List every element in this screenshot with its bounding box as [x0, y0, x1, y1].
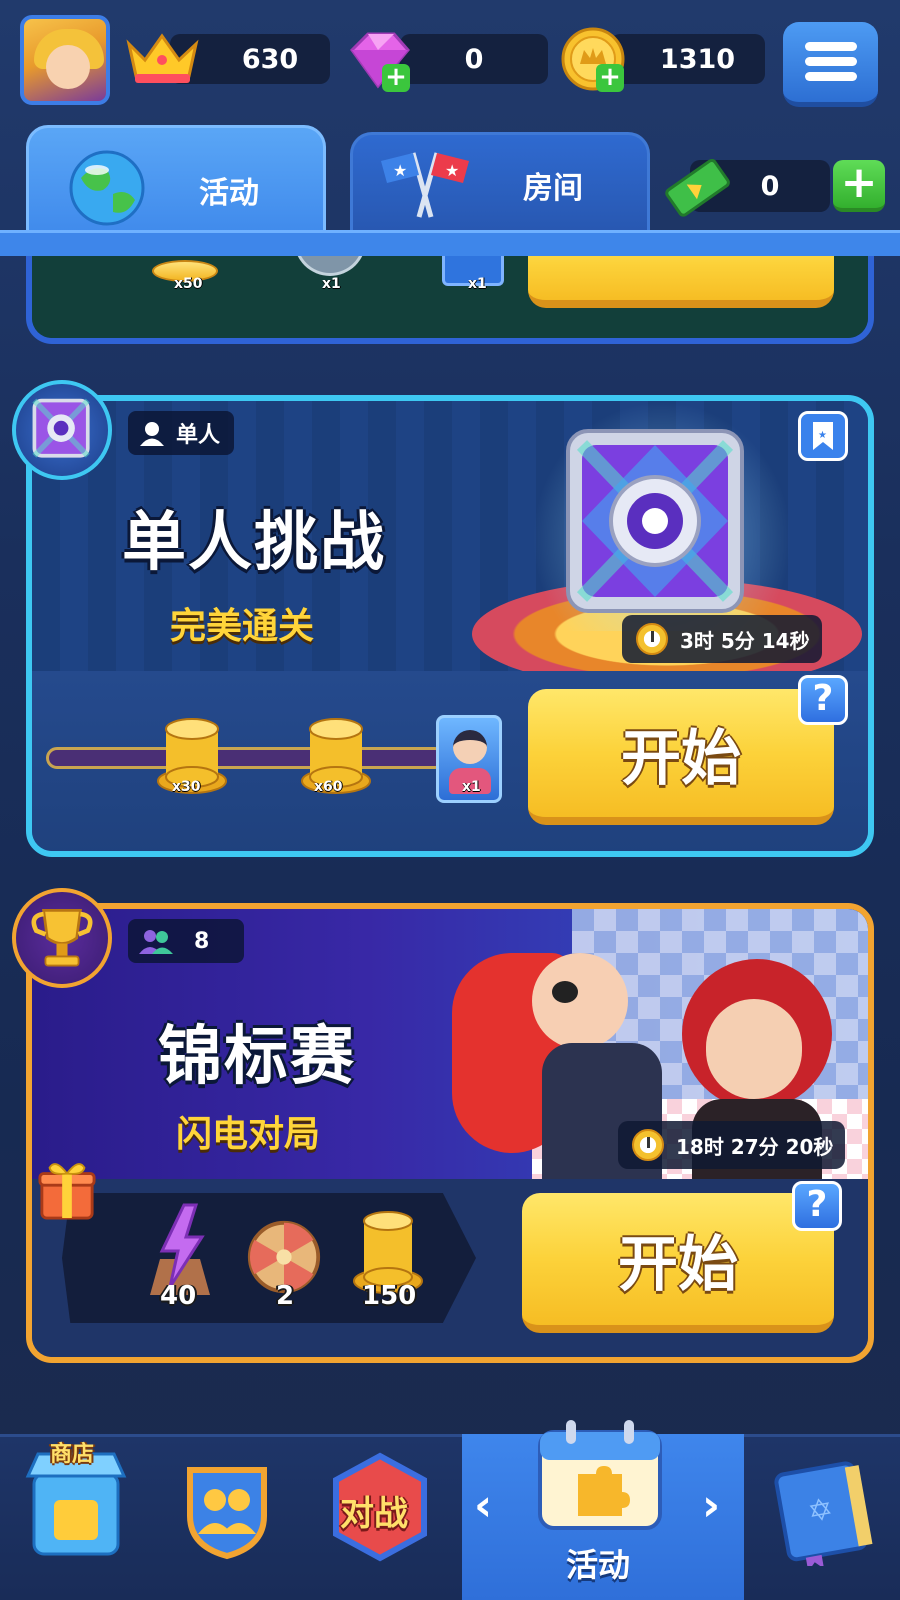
reward-qty: x1	[322, 276, 341, 292]
gift-icon[interactable]	[38, 1158, 96, 1222]
nav-events[interactable]: ‹ 活动 ›	[462, 1420, 744, 1600]
crown-count: 630	[241, 43, 299, 75]
question-icon: ?	[812, 678, 834, 719]
championship-timer-text: 18时 27分 20秒	[676, 1134, 834, 1159]
nav-events-label: 活动	[566, 1546, 631, 1584]
player-icon	[140, 422, 164, 446]
reward-qty: x30	[172, 779, 201, 795]
ticket-icon	[665, 158, 730, 217]
solo-timer-text: 3时 5分 14秒	[680, 628, 810, 653]
gem-counter: 0	[400, 34, 548, 84]
nav-rules-book-icon[interactable]: ✡	[768, 1456, 878, 1566]
championship-subtitle: 闪电对局	[176, 1114, 321, 1155]
reward-qty: 150	[362, 1281, 417, 1311]
bookmark-icon: ★	[813, 422, 833, 450]
reward-qty: x1	[468, 276, 487, 292]
championship-start-label: 开始	[618, 1229, 738, 1300]
tab-rooms-label: 房间	[523, 171, 583, 206]
ticket-count: 0	[760, 170, 780, 202]
championship-help-button[interactable]: ?	[792, 1181, 842, 1231]
solo-help-button[interactable]: ?	[798, 675, 848, 725]
pirate-face	[532, 953, 628, 1049]
solo-reward-area: x30 x60 x1 开始 ?	[32, 671, 868, 851]
menu-icon	[805, 42, 857, 51]
championship-title: 锦标赛	[158, 1020, 356, 1094]
battle-label: 对战	[340, 1494, 408, 1534]
tab-activities-label: 活动	[199, 176, 259, 211]
gem-count: 0	[464, 43, 484, 75]
nav-next-arrow[interactable]: ›	[702, 1480, 720, 1531]
reward-qty: 40	[160, 1281, 197, 1311]
solo-start-label: 开始	[621, 723, 741, 794]
prism-safe-badge-icon	[32, 398, 90, 458]
shop-label: 商店	[50, 1442, 95, 1467]
solo-badge	[12, 380, 112, 480]
gem-buy-button[interactable]: +	[342, 28, 412, 92]
reward-qty: 2	[276, 1281, 295, 1311]
menu-icon-line	[805, 72, 857, 81]
bookmark-button[interactable]: ★	[798, 411, 848, 461]
character-portrait	[453, 730, 487, 764]
bottom-nav	[0, 1434, 900, 1600]
question-icon: ?	[806, 1184, 828, 1225]
coin-buy-button[interactable]: +	[560, 26, 626, 92]
trophy-icon	[31, 909, 93, 967]
progress-track	[46, 747, 446, 769]
crown-icon	[126, 33, 199, 83]
alarm-clock-icon	[632, 1129, 664, 1161]
globe-icon	[69, 150, 145, 226]
calendar-puzzle-icon	[538, 1420, 662, 1530]
nav-clan-icon[interactable]	[182, 1460, 272, 1560]
coin-count: 1310	[659, 43, 736, 75]
alarm-clock-icon	[636, 623, 668, 655]
reward-qty: x1	[462, 779, 481, 795]
championship-start-button[interactable]: 开始	[522, 1193, 834, 1333]
championship-reward-area: 40 2 150 开始 ?	[32, 1179, 868, 1357]
redhead-face	[706, 999, 802, 1099]
championship-card: 8 锦标赛 闪电对局 18时 27分 20秒 40 2 150 开始 ?	[26, 903, 874, 1363]
coin-plus-icon: +	[596, 64, 624, 92]
championship-badge	[12, 888, 112, 988]
championship-timer: 18时 27分 20秒	[618, 1121, 846, 1169]
prism-safe-icon	[566, 429, 744, 613]
plus-icon: +	[840, 157, 878, 208]
player-count: 8	[194, 928, 210, 954]
gem-plus-icon: +	[382, 64, 410, 92]
nav-shop[interactable]: 商店	[18, 1436, 130, 1566]
player-count-tag: 8	[128, 919, 244, 963]
nav-prev-arrow[interactable]: ‹	[474, 1480, 492, 1531]
reward-qty: x50	[174, 276, 203, 292]
svg-text:★: ★	[445, 161, 459, 180]
coin-counter: 1310	[610, 34, 765, 84]
avatar-face	[46, 45, 90, 89]
solo-subtitle: 完美通关	[170, 606, 315, 647]
solo-mode-label: 单人	[176, 423, 221, 448]
top-start-button[interactable]	[528, 256, 834, 308]
event-card-top: x50 x1 x1	[26, 256, 874, 344]
reward-qty: x60	[314, 779, 343, 795]
tab-bar-underline	[0, 230, 900, 256]
svg-text:★: ★	[818, 430, 827, 441]
eyepatch	[552, 981, 578, 1003]
ticket-buy-button[interactable]: +	[833, 160, 885, 212]
solo-title: 单人挑战	[122, 506, 386, 580]
nav-battle[interactable]: 对战	[330, 1452, 430, 1562]
menu-button[interactable]	[783, 22, 878, 107]
tab-rooms[interactable]: ★ ★ 房间	[350, 132, 650, 230]
menu-icon-line	[805, 57, 857, 66]
solo-start-button[interactable]: 开始	[528, 689, 834, 825]
flags-icon: ★ ★	[381, 152, 469, 218]
player-avatar[interactable]	[20, 15, 110, 105]
solo-timer: 3时 5分 14秒	[622, 615, 822, 663]
svg-text:★: ★	[393, 161, 407, 180]
solo-challenge-card: 单人 ★ 单人挑战 完美通关 3时 5分 14秒 x30 x60 x1 开始 ?	[26, 395, 874, 857]
players-icon	[139, 930, 173, 954]
solo-mode-tag: 单人	[128, 411, 235, 455]
